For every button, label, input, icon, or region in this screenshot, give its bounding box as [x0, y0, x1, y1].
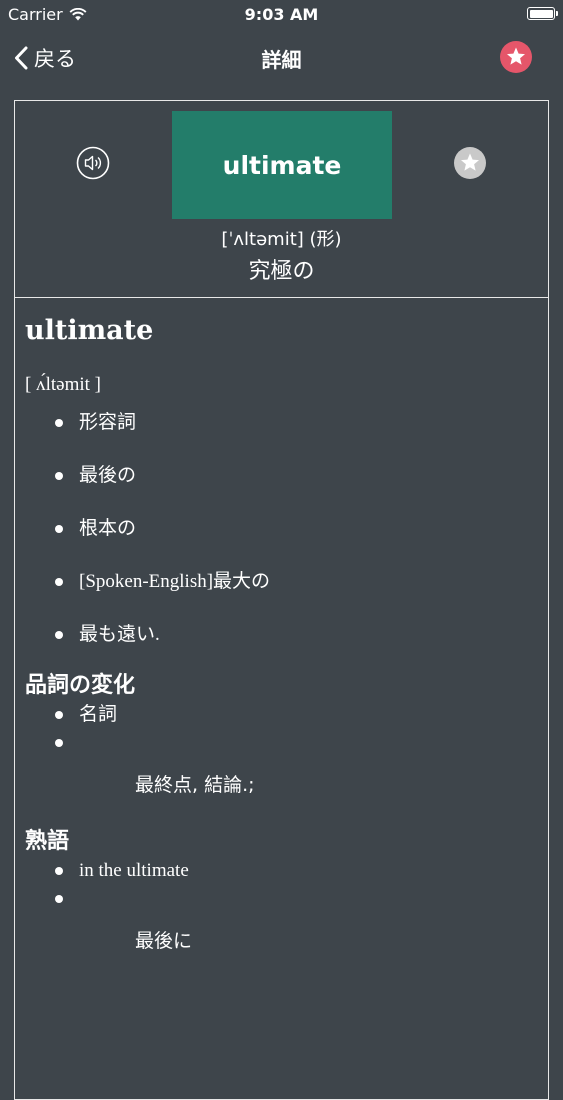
play-audio-button[interactable]: [76, 146, 110, 180]
status-time: 9:03 AM: [244, 5, 319, 24]
meaning: 究極の: [248, 259, 315, 284]
headword-box: ultimate: [172, 111, 392, 219]
inflection-list: 名詞: [25, 701, 538, 757]
entry-headword: ultimate: [25, 315, 154, 346]
word-detail-card: ultimate [ˈʌltəmit] (形) 究極の ultimate [ ʌ…: [14, 100, 549, 1100]
list-item: 根本の: [55, 502, 538, 555]
speaker-icon: [76, 146, 110, 180]
dictionary-entry: ultimate [ ʌ́ltəmit ] 形容詞 最後の 根本の [Spoke…: [15, 316, 548, 955]
idiom-detail: 最後に: [135, 930, 193, 952]
status-bar: Carrier 9:03 AM: [0, 0, 563, 28]
list-item: [55, 729, 538, 757]
list-item: [55, 885, 538, 913]
idiom-list: in the ultimate: [25, 857, 538, 913]
list-item: [Spoken-English]最大の: [55, 555, 538, 608]
list-item: 名詞: [55, 701, 538, 729]
inflection-heading: 品詞の変化: [25, 673, 136, 698]
pronunciation: [ˈʌltəmit] (形): [221, 229, 342, 250]
favorite-button[interactable]: [499, 40, 533, 74]
idiom-heading: 熟語: [25, 829, 70, 854]
navigation-bar: 戻る 詳細: [0, 28, 563, 88]
star-icon: [454, 147, 486, 179]
bookmark-button[interactable]: [453, 146, 487, 180]
page-title: 詳細: [261, 48, 302, 72]
list-item: 最後の: [55, 449, 538, 502]
list-item: 形容詞: [55, 396, 538, 449]
entry-pronunciation: [ ʌ́ltəmit ]: [25, 374, 101, 395]
list-item: 最も遠い.: [55, 608, 538, 661]
word-summary: ultimate [ˈʌltəmit] (形) 究極の: [15, 101, 548, 298]
battery-icon: [527, 7, 558, 20]
list-item: in the ultimate: [55, 857, 538, 885]
definition-list: 形容詞 最後の 根本の [Spoken-English]最大の 最も遠い.: [25, 396, 538, 661]
inflection-detail: 最終点, 結論.;: [135, 774, 255, 796]
star-icon: [500, 41, 532, 73]
headword: ultimate: [222, 150, 342, 180]
